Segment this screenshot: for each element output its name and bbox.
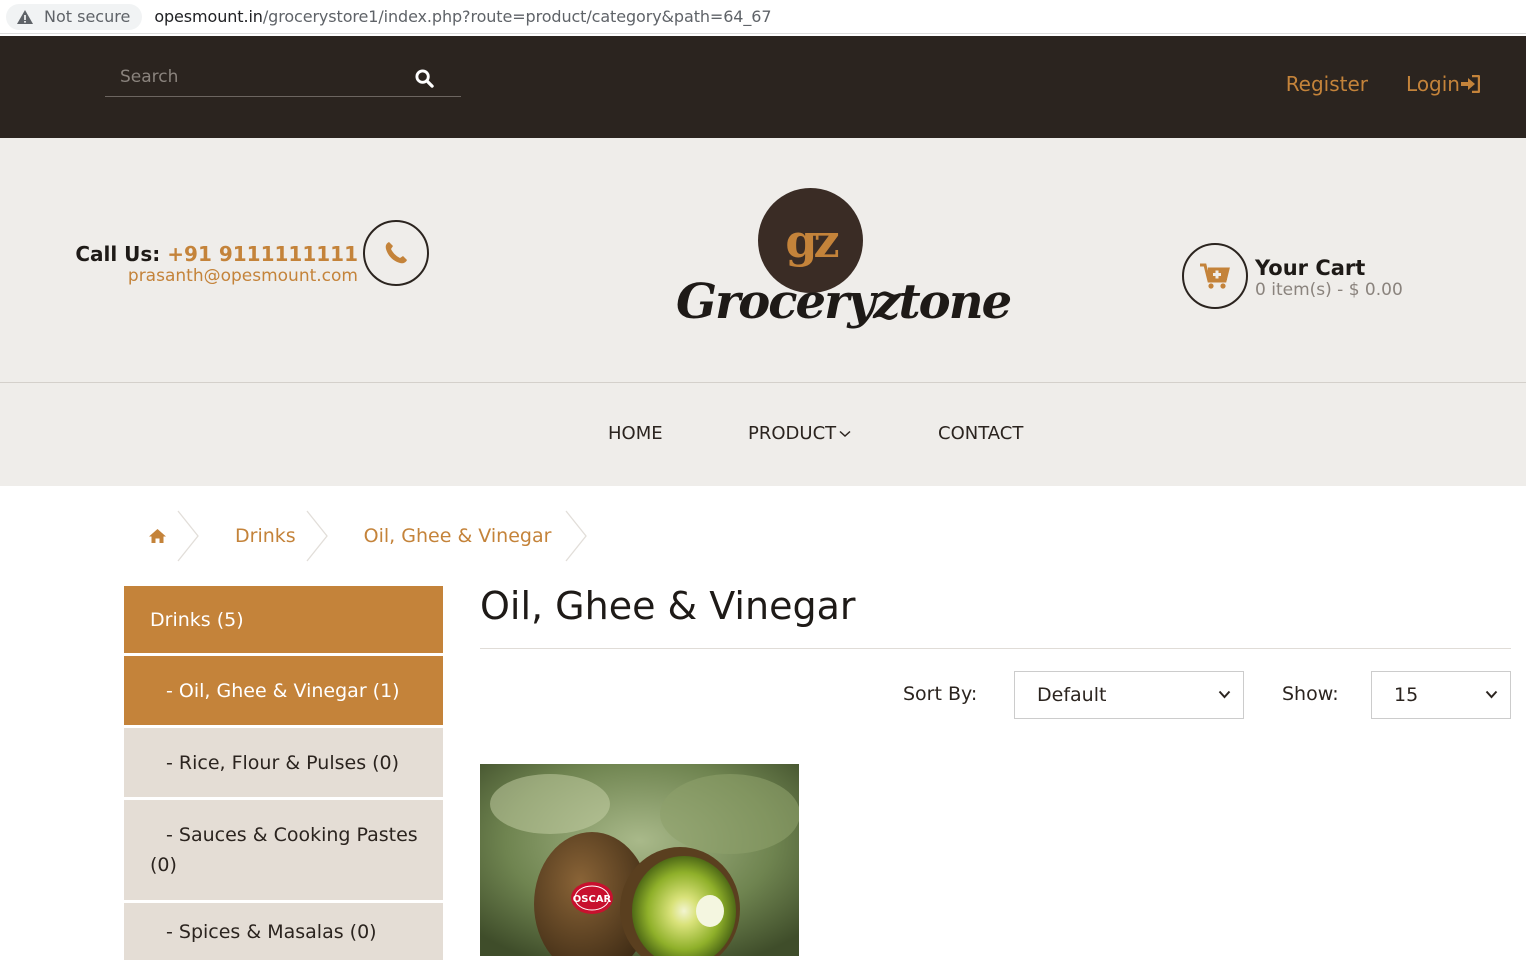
cart-summary[interactable]: Your Cart 0 item(s) - $ 0.00 (1255, 256, 1403, 300)
cart-button[interactable] (1182, 243, 1248, 309)
sort-select[interactable]: Default (1014, 671, 1244, 719)
product-badge: OSCAR (573, 894, 612, 905)
search-button[interactable] (411, 65, 437, 91)
limit-select[interactable]: 15 (1371, 671, 1511, 719)
show-label: Show: (1282, 683, 1339, 705)
cart-title: Your Cart (1255, 256, 1366, 280)
url-path: /grocerystore1/index.php?route=product/c… (262, 7, 772, 26)
nav-product-label: PRODUCT (748, 423, 837, 444)
logo-mark: gz (785, 213, 839, 268)
page-title: Oil, Ghee & Vinegar (480, 586, 1511, 649)
url-field[interactable]: opesmount.in/grocerystore1/index.php?rou… (154, 7, 771, 26)
site-header: Call Us: +91 9111111111 prasanth@opesmou… (0, 138, 1526, 383)
main-content: Oil, Ghee & Vinegar Sort By: Default Sho… (480, 586, 1511, 956)
login-link[interactable]: Login (1406, 72, 1480, 96)
chevron-down-icon (1485, 690, 1498, 699)
product-thumbnail[interactable]: OSCAR (480, 764, 799, 956)
phone-badge (363, 220, 429, 286)
security-label: Not secure (44, 7, 131, 26)
account-links: Register Login (1286, 72, 1480, 96)
limit-value: 15 (1394, 684, 1419, 706)
security-indicator[interactable]: Not secure (6, 3, 143, 30)
nav-contact[interactable]: CONTACT (938, 423, 1023, 444)
breadcrumb-home[interactable] (148, 510, 167, 562)
breadcrumb-separator (306, 510, 328, 562)
url-host: opesmount.in (154, 7, 263, 26)
breadcrumb-drinks[interactable]: Drinks (235, 510, 296, 562)
breadcrumb-separator (177, 510, 199, 562)
contact-block: Call Us: +91 9111111111 prasanth@opesmou… (75, 242, 358, 286)
category-drinks[interactable]: Drinks (5) (124, 586, 443, 656)
chevron-down-icon (1218, 690, 1231, 699)
breadcrumb-current[interactable]: Oil, Ghee & Vinegar (364, 510, 552, 562)
top-bar: Register Login (0, 36, 1526, 138)
sort-label: Sort By: (903, 683, 978, 705)
main-nav: HOME PRODUCT CONTACT (0, 383, 1526, 486)
nav-product[interactable]: PRODUCT (748, 423, 851, 444)
category-oil-ghee-vinegar[interactable]: - Oil, Ghee & Vinegar (1) (124, 656, 443, 728)
nav-home[interactable]: HOME (608, 423, 663, 444)
chevron-down-icon (839, 430, 851, 437)
category-spices-masalas[interactable]: - Spices & Masalas (0) (124, 903, 443, 963)
register-link[interactable]: Register (1286, 72, 1368, 96)
call-us-line: Call Us: +91 9111111111 (75, 242, 358, 266)
category-label: - Oil, Ghee & Vinegar (1) (166, 679, 400, 702)
category-label: - Sauces & Cooking Pastes (0) (150, 824, 418, 876)
category-rice-flour-pulses[interactable]: - Rice, Flour & Pulses (0) (124, 728, 443, 800)
email-link[interactable]: prasanth@opesmount.com (75, 266, 358, 286)
call-label: Call Us: (75, 242, 161, 266)
breadcrumb: Drinks Oil, Ghee & Vinegar (124, 510, 623, 562)
phone-icon (385, 242, 407, 264)
category-sidebar: Drinks (5) - Oil, Ghee & Vinegar (1) - R… (124, 586, 443, 963)
warning-icon (17, 9, 33, 24)
search-input[interactable] (105, 59, 405, 95)
store-logo[interactable]: gz Groceryztone (676, 186, 1012, 346)
breadcrumb-separator (565, 510, 588, 562)
search-box (105, 59, 461, 97)
phone-number[interactable]: +91 9111111111 (167, 242, 358, 266)
category-label: - Spices & Masalas (0) (166, 920, 377, 943)
sort-toolbar: Sort By: Default Show: 15 (480, 671, 1511, 719)
sort-value: Default (1037, 684, 1107, 706)
home-icon (149, 529, 166, 543)
cart-icon (1200, 263, 1230, 289)
category-sauces-cooking-pastes[interactable]: - Sauces & Cooking Pastes (0) (124, 800, 443, 903)
sign-in-icon (1461, 75, 1480, 93)
category-label: - Rice, Flour & Pulses (0) (166, 751, 400, 774)
cart-total: 0 item(s) - $ 0.00 (1255, 280, 1403, 300)
kiwi-product-image: OSCAR (480, 764, 799, 956)
logo-wordmark: Groceryztone (676, 274, 1012, 330)
login-label: Login (1406, 72, 1460, 96)
search-icon (414, 68, 434, 88)
browser-address-bar: Not secure opesmount.in/grocerystore1/in… (0, 0, 1526, 34)
